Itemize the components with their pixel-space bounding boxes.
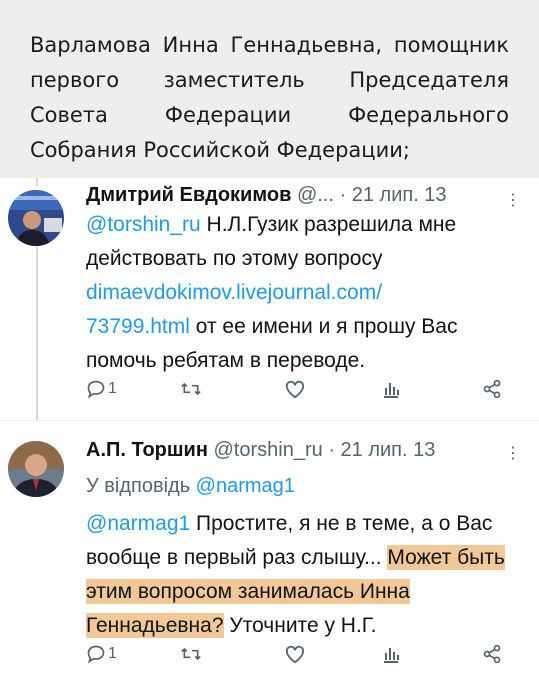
tweet-text-part: Уточните у Н.Г. — [223, 614, 377, 637]
reply-icon — [87, 380, 105, 399]
tweet-actions: 1 — [86, 374, 506, 404]
like-button[interactable] — [284, 639, 306, 669]
author-handle[interactable]: @torshin_ru — [214, 439, 323, 461]
avatar-image — [8, 190, 64, 246]
tweet-2[interactable]: А.П. Торшин @torshin_ru · 21 лип. 13 ⋮ У… — [0, 421, 539, 680]
tweet-1[interactable]: Дмитрий Евдокимов @... · 21 лип. 13 ⋮ @t… — [0, 178, 539, 420]
views-icon — [384, 383, 399, 398]
avatar[interactable] — [8, 441, 64, 497]
author-name[interactable]: А.П. Торшин — [86, 439, 208, 461]
tweet-text: @torshin_ru Н.Л.Гузик разрешила мне дейс… — [86, 208, 526, 378]
mention-link[interactable]: @torshin_ru — [86, 213, 201, 236]
retweet-button[interactable] — [180, 639, 202, 669]
thread-line — [36, 244, 38, 420]
reply-button[interactable]: 1 — [86, 374, 117, 404]
reply-to-label: У відповідь — [86, 475, 196, 497]
avatar[interactable] — [8, 190, 64, 246]
thread-line-top — [36, 178, 38, 186]
like-icon — [285, 380, 305, 399]
tweet-header: Дмитрий Евдокимов @... · 21 лип. 13 — [86, 184, 447, 207]
retweet-icon — [181, 382, 201, 396]
tweet-date[interactable]: · 21 лип. 13 — [328, 439, 435, 461]
url-link-part-2[interactable]: 73799.html — [86, 315, 190, 338]
share-button[interactable] — [482, 639, 502, 669]
share-icon — [483, 379, 501, 399]
tweet-text: @narmag1 Простите, я не в теме, а о Вас … — [86, 507, 526, 643]
views-button[interactable] — [382, 639, 400, 669]
avatar-image — [8, 441, 64, 497]
retweet-button[interactable] — [180, 374, 202, 404]
more-icon[interactable]: ⋮ — [505, 443, 521, 463]
reply-to-handle[interactable]: @narmag1 — [196, 475, 295, 497]
url-link-part-1[interactable]: dimaevdokimov.livejournal.com/ — [86, 281, 382, 304]
author-name[interactable]: Дмитрий Евдокимов — [86, 184, 291, 206]
more-icon[interactable]: ⋮ — [505, 190, 522, 210]
reply-to-line: У відповідь @narmag1 — [86, 469, 526, 503]
document-text: Варламова Инна Геннадьевна, помощник пер… — [30, 33, 509, 162]
reply-button[interactable]: 1 — [86, 639, 117, 669]
views-button[interactable] — [382, 374, 400, 404]
document-snippet: Варламова Инна Геннадьевна, помощник пер… — [0, 0, 539, 178]
share-button[interactable] — [482, 374, 502, 404]
reply-icon — [87, 645, 105, 664]
tweet-header: А.П. Торшин @torshin_ru · 21 лип. 13 — [86, 439, 435, 462]
author-handle[interactable]: @... — [297, 184, 334, 206]
reply-count: 1 — [108, 645, 117, 662]
retweet-icon — [181, 647, 201, 661]
like-icon — [285, 645, 305, 664]
like-button[interactable] — [284, 374, 306, 404]
tweet-date[interactable]: · 21 лип. 13 — [340, 184, 447, 206]
reply-count: 1 — [108, 380, 117, 397]
mention-link[interactable]: @narmag1 — [86, 512, 190, 535]
share-icon — [483, 644, 501, 664]
views-icon — [384, 648, 399, 663]
tweet-actions: 1 — [86, 639, 506, 669]
